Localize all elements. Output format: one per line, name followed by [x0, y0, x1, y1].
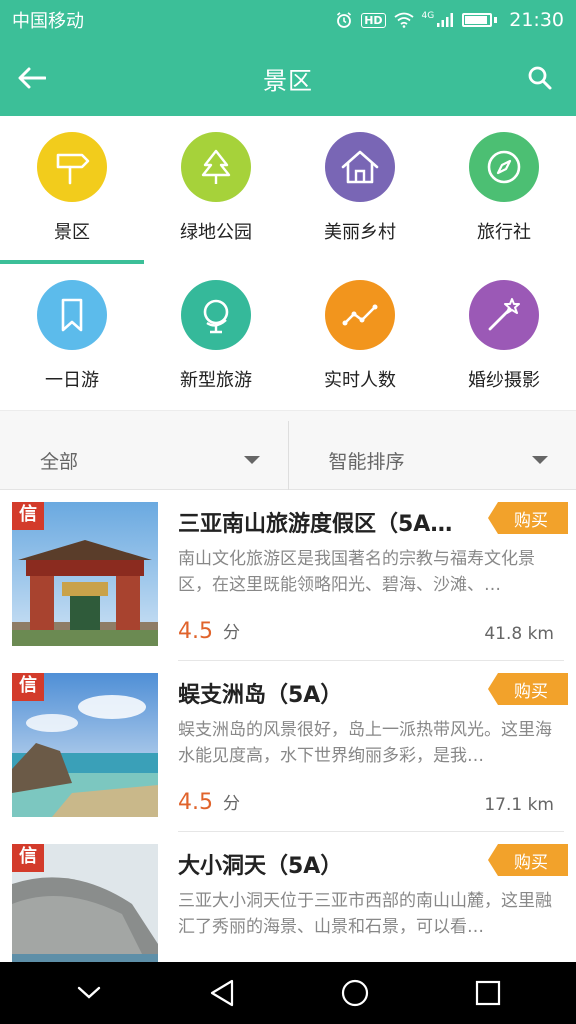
status-bar: 中国移动 HD 4G 21:30 [0, 0, 576, 40]
category-grid: 景区 绿地公园 美丽乡村 旅行社 一日游 新型旅游 实时人数 婚纱摄影 [0, 116, 576, 410]
credit-badge: 信 [12, 502, 44, 530]
search-icon [528, 66, 552, 90]
carrier-name: 中国移动 [12, 11, 84, 32]
thumbnail-image: 信 [12, 502, 158, 646]
alarm-icon [337, 12, 352, 28]
item-description: 蜈支洲岛的风景很好，岛上一派热带风光。这里海水能见度高，水下世界绚丽多彩，是我… [178, 720, 552, 766]
rating-value: 4.5 [178, 790, 213, 815]
buy-button[interactable]: 购买 [488, 844, 568, 876]
item-description: 三亚大小洞天位于三亚市西部的南山山麓，这里融汇了秀丽的海景、山景和石景，可以看… [178, 891, 552, 937]
signal-icon [437, 13, 454, 27]
recents-nav-button[interactable] [468, 973, 508, 1013]
compass-icon [487, 150, 521, 184]
scope-filter-dropdown[interactable]: 全部 [0, 421, 288, 499]
battery-icon [462, 13, 493, 27]
chevron-down-icon [77, 986, 100, 999]
distance: 17.1 km [484, 795, 554, 815]
sort-dropdown[interactable]: 智能排序 [287, 421, 576, 499]
distance: 41.8 km [484, 624, 554, 644]
item-title: 三亚南山旅游度假区（5A… [178, 512, 453, 537]
category-scenic[interactable]: 景区 [0, 116, 144, 264]
dropdown-caret-icon [243, 456, 260, 464]
item-description: 南山文化旅游区是我国著名的宗教与福寿文化景区，在这里既能领略阳光、碧海、沙滩、… [178, 549, 535, 595]
credit-badge: 信 [12, 673, 44, 701]
buy-button[interactable]: 购买 [488, 673, 568, 705]
category-wedding-photo[interactable]: 婚纱摄影 [432, 264, 576, 412]
rating: 4.5 分 [178, 789, 240, 815]
category-label: 实时人数 [324, 370, 396, 391]
category-icon-circle [469, 132, 539, 202]
home-nav-button[interactable] [335, 973, 375, 1013]
rating-unit: 分 [223, 794, 240, 814]
category-icon-circle [181, 132, 251, 202]
search-button[interactable] [522, 60, 558, 96]
square-recents-icon [475, 980, 500, 1006]
arrow-left-icon [18, 67, 46, 89]
list-item[interactable]: 信 三亚南山旅游度假区（5A… 购买 南山文化旅游区是我国著名的宗教与福寿文化景… [0, 490, 576, 661]
category-icon-circle [181, 280, 251, 350]
battery-tip [494, 17, 498, 23]
system-nav-bar [0, 962, 576, 1024]
credit-badge: 信 [12, 844, 44, 872]
category-icon-circle [37, 132, 107, 202]
page-title: 景区 [263, 66, 313, 95]
list-item[interactable]: 信 蜈支洲岛（5A） 购买 蜈支洲岛的风景很好，岛上一派热带风光。这里海水能见度… [0, 661, 576, 832]
bookmark-icon [61, 298, 83, 332]
status-icons: HD 4G 21:30 [335, 9, 564, 31]
tree-icon [201, 149, 231, 184]
category-realtime-visitors[interactable]: 实时人数 [288, 264, 432, 412]
buy-button[interactable]: 购买 [488, 502, 568, 534]
scenic-list: 信 三亚南山旅游度假区（5A… 购买 南山文化旅游区是我国著名的宗教与福寿文化景… [0, 490, 576, 962]
hide-nav-button[interactable] [69, 973, 109, 1013]
item-title: 蜈支洲岛（5A） [178, 683, 343, 708]
circle-home-icon [341, 979, 368, 1007]
category-icon-circle [325, 132, 395, 202]
category-day-trip[interactable]: 一日游 [0, 264, 144, 412]
clock: 21:30 [509, 9, 564, 31]
magic-wand-icon [488, 298, 520, 331]
app-header: 景区 [0, 40, 576, 116]
dropdown-caret-icon [532, 456, 548, 464]
category-label: 婚纱摄影 [468, 370, 540, 391]
category-green-park[interactable]: 绿地公园 [144, 116, 288, 264]
item-title: 大小洞天（5A） [178, 854, 343, 879]
list-item[interactable]: 信 大小洞天（5A） 购买 三亚大小洞天位于三亚市西部的南山山麓，这里融汇了秀丽… [0, 832, 576, 962]
category-icon-circle [37, 280, 107, 350]
globe-icon [203, 299, 229, 334]
category-icon-circle [469, 280, 539, 350]
scope-filter-label: 全部 [40, 450, 79, 473]
back-button[interactable] [14, 60, 50, 96]
thumbnail-image: 信 [12, 844, 158, 962]
category-icon-circle [325, 280, 395, 350]
rating: 4.5 分 [178, 618, 240, 644]
network-type: 4G [421, 11, 435, 21]
house-icon [341, 150, 379, 184]
category-new-tourism[interactable]: 新型旅游 [144, 264, 288, 412]
sort-label: 智能排序 [328, 450, 405, 473]
triangle-back-icon [210, 979, 233, 1007]
category-label: 绿地公园 [180, 222, 252, 243]
rating-value: 4.5 [178, 619, 213, 644]
back-nav-button[interactable] [202, 973, 242, 1013]
thumbnail-image: 信 [12, 673, 158, 817]
wifi-icon [393, 12, 414, 28]
category-label: 美丽乡村 [324, 222, 396, 243]
signpost-icon [56, 153, 90, 185]
category-label: 旅行社 [477, 222, 531, 243]
category-travel-agency[interactable]: 旅行社 [432, 116, 576, 264]
category-label: 一日游 [45, 370, 99, 391]
filter-bar: 全部 智能排序 [0, 410, 576, 499]
hd-badge: HD [361, 12, 386, 28]
category-label: 新型旅游 [180, 370, 252, 391]
rating-unit: 分 [223, 623, 240, 643]
trend-chart-icon [342, 304, 378, 326]
category-beautiful-village[interactable]: 美丽乡村 [288, 116, 432, 264]
category-label: 景区 [54, 222, 90, 243]
